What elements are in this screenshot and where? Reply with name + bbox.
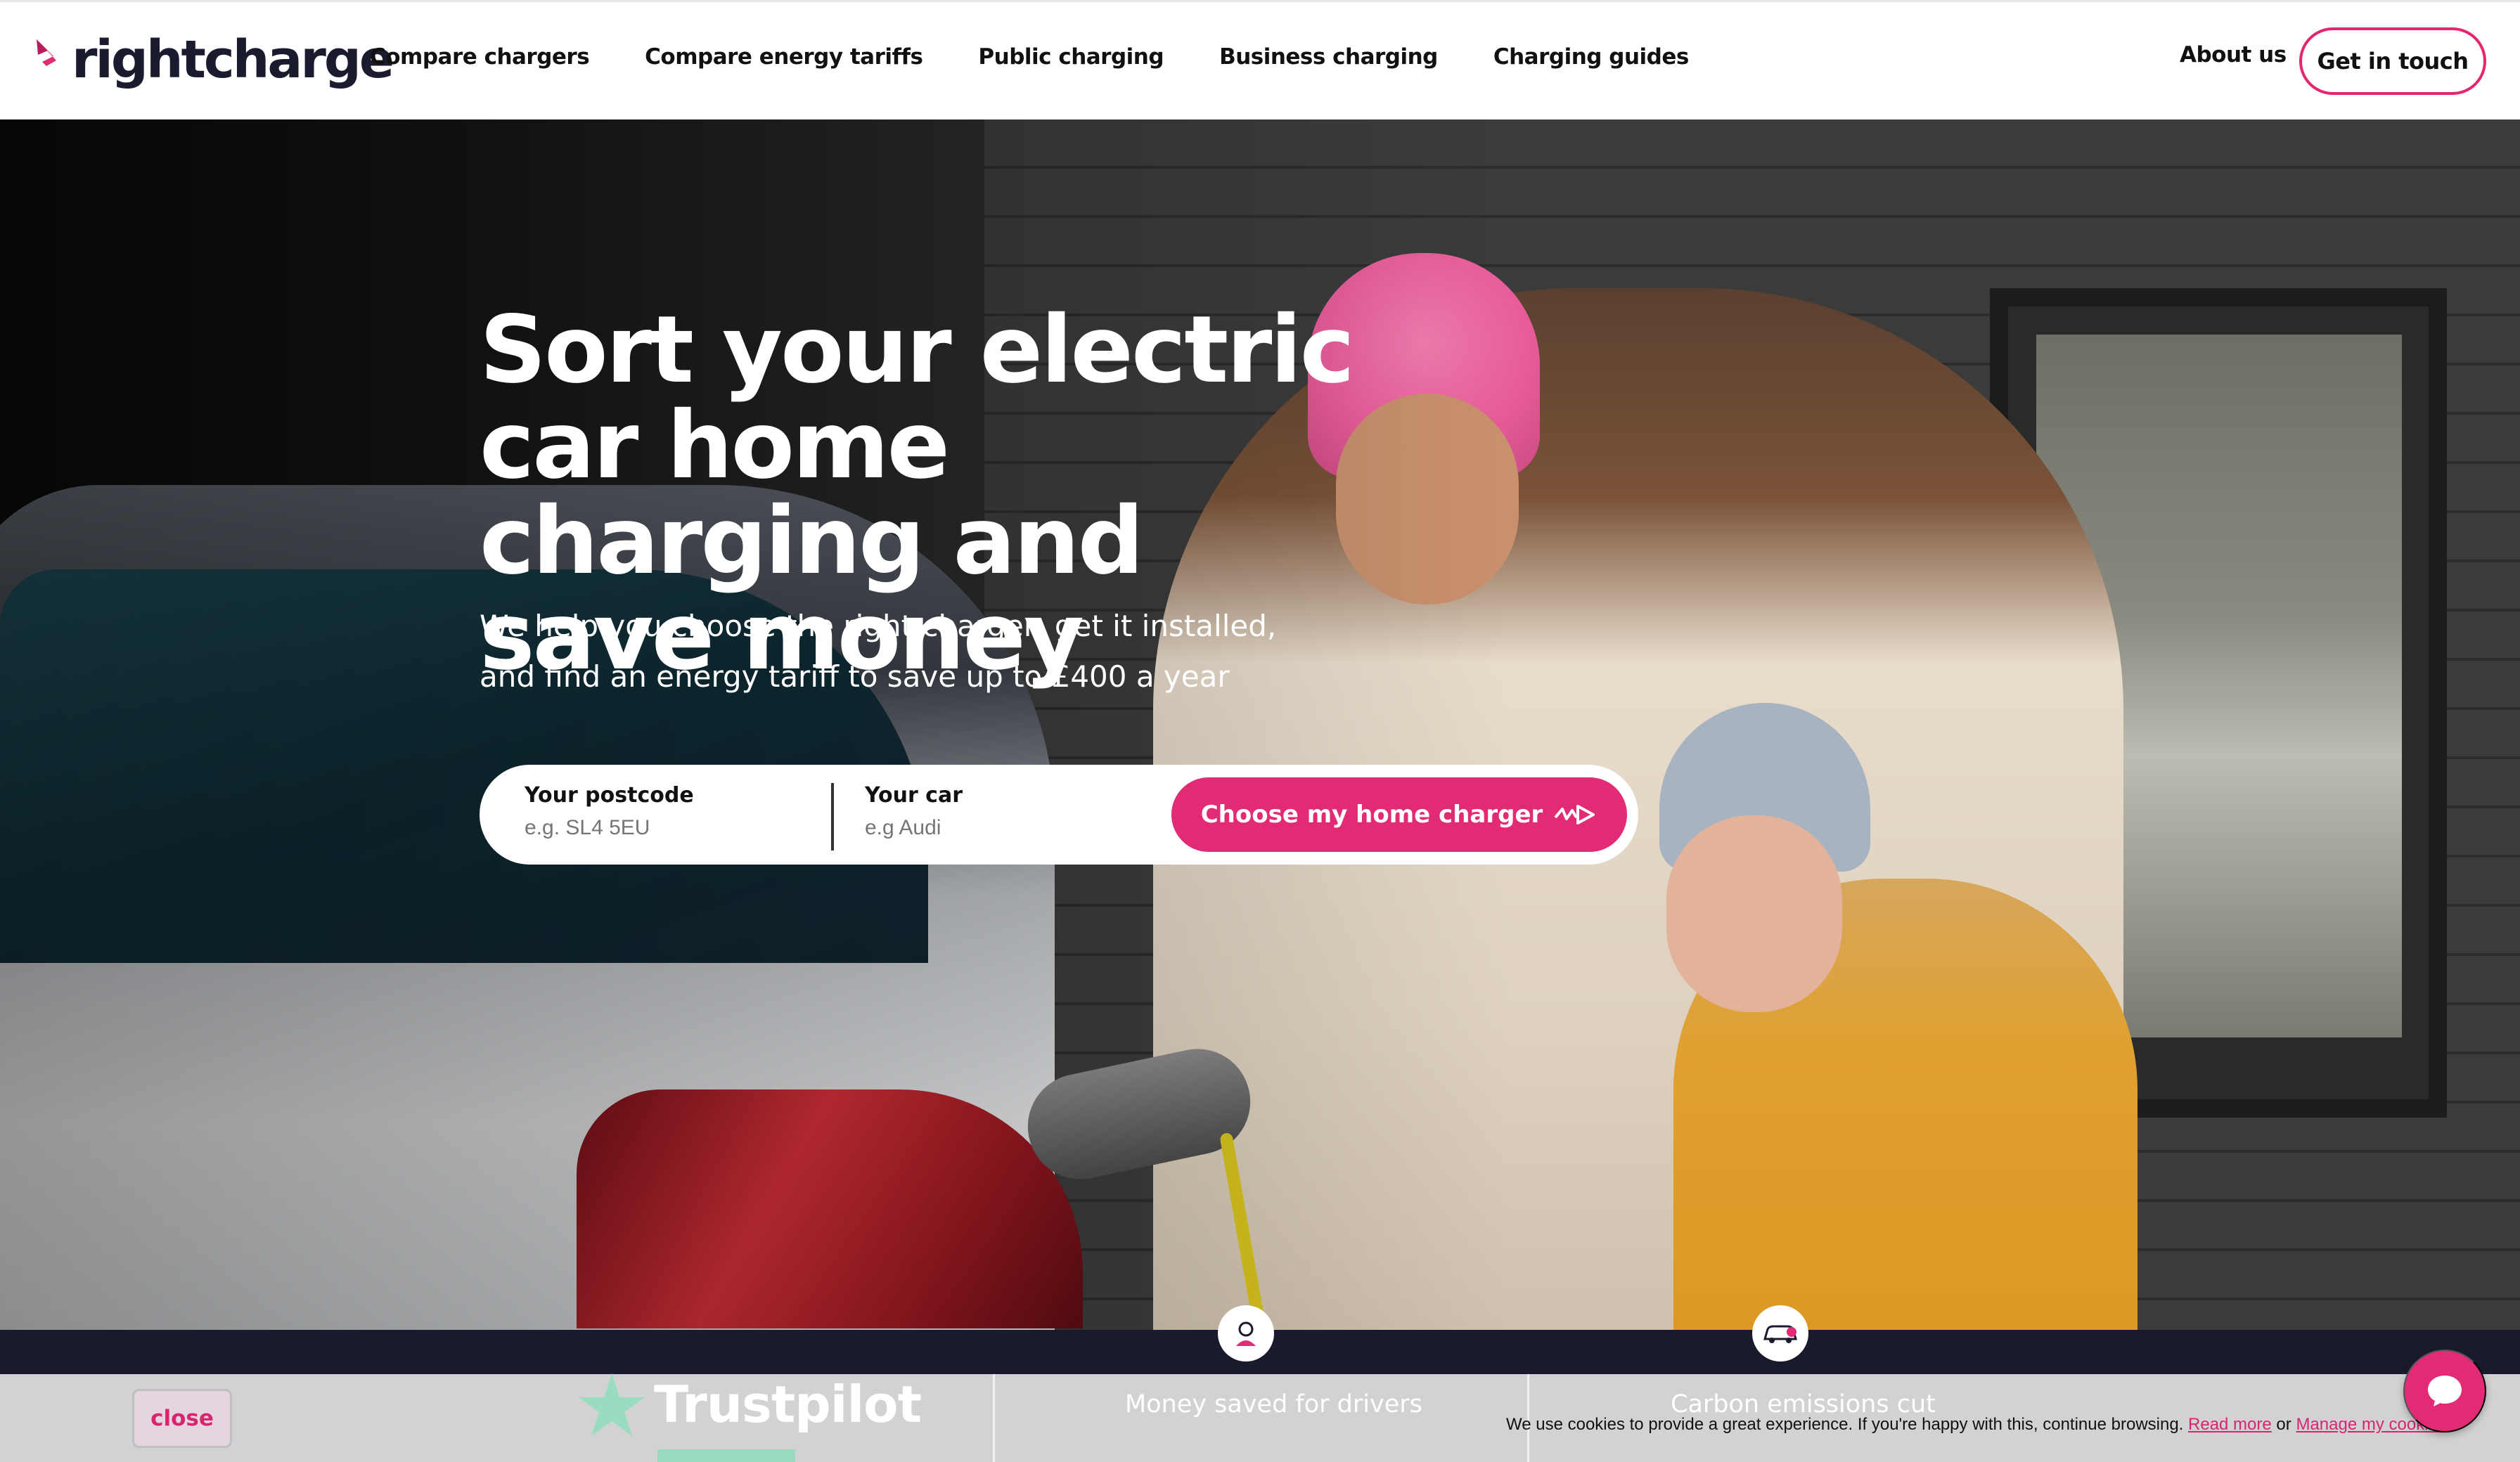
postcode-label: Your postcode <box>525 783 694 808</box>
rightcharge-logo[interactable]: rightcharge <box>32 30 394 90</box>
trustpilot-wordmark: Trustpilot <box>654 1375 922 1434</box>
site-header: rightcharge Compare chargers Compare ene… <box>0 0 2520 119</box>
car-field: Your car <box>865 779 1146 852</box>
nav-charging-guides[interactable]: Charging guides <box>1493 44 1689 70</box>
car-icon <box>1752 1305 1808 1361</box>
car-input[interactable] <box>865 816 1146 840</box>
cookie-close-button[interactable]: close <box>132 1389 232 1448</box>
nav-about-us[interactable]: About us <box>2180 42 2287 67</box>
main-nav: Compare chargers Compare energy tariffs … <box>370 44 1744 70</box>
postcode-field: Your postcode <box>525 779 806 852</box>
nav-business-charging[interactable]: Business charging <box>1219 44 1438 70</box>
postcode-input[interactable] <box>525 816 806 840</box>
person-icon <box>1218 1305 1274 1361</box>
get-in-touch-button[interactable]: Get in touch <box>2299 27 2486 95</box>
nav-compare-chargers[interactable]: Compare chargers <box>370 44 590 70</box>
stats-divider <box>993 1374 995 1462</box>
nav-compare-energy-tariffs[interactable]: Compare energy tariffs <box>645 44 923 70</box>
logo-text: rightcharge <box>72 30 394 90</box>
cookie-or: or <box>2276 1415 2291 1434</box>
car-label: Your car <box>865 783 963 808</box>
choose-home-charger-button[interactable]: Choose my home charger <box>1171 777 1627 852</box>
nav-public-charging[interactable]: Public charging <box>978 44 1164 70</box>
charge-arrow-icon <box>1554 805 1595 824</box>
chat-bubble-icon <box>2428 1376 2462 1406</box>
money-saved-label: Money saved for drivers <box>1125 1390 1422 1418</box>
choose-home-charger-label: Choose my home charger <box>1200 801 1543 829</box>
search-divider <box>831 783 834 850</box>
cookie-read-more-link[interactable]: Read more <box>2188 1415 2272 1434</box>
charger-search-form: Your postcode Your car Choose my home ch… <box>480 765 1638 865</box>
logo-mark-icon <box>37 39 60 80</box>
hero-subline: We help you choose the right charger, ge… <box>480 609 1277 694</box>
trustpilot-star-icon <box>579 1373 645 1436</box>
trustpilot-badge[interactable]: Trustpilot <box>577 1371 922 1438</box>
chat-launcher-button[interactable] <box>2403 1350 2486 1432</box>
carbon-cut-label: Carbon emissions cut <box>1671 1390 1936 1418</box>
trustpilot-rating-stars <box>657 1449 795 1462</box>
cookie-banner-text: We use cookies to provide a great experi… <box>1506 1415 2446 1435</box>
cookie-message: We use cookies to provide a great experi… <box>1506 1415 2184 1434</box>
